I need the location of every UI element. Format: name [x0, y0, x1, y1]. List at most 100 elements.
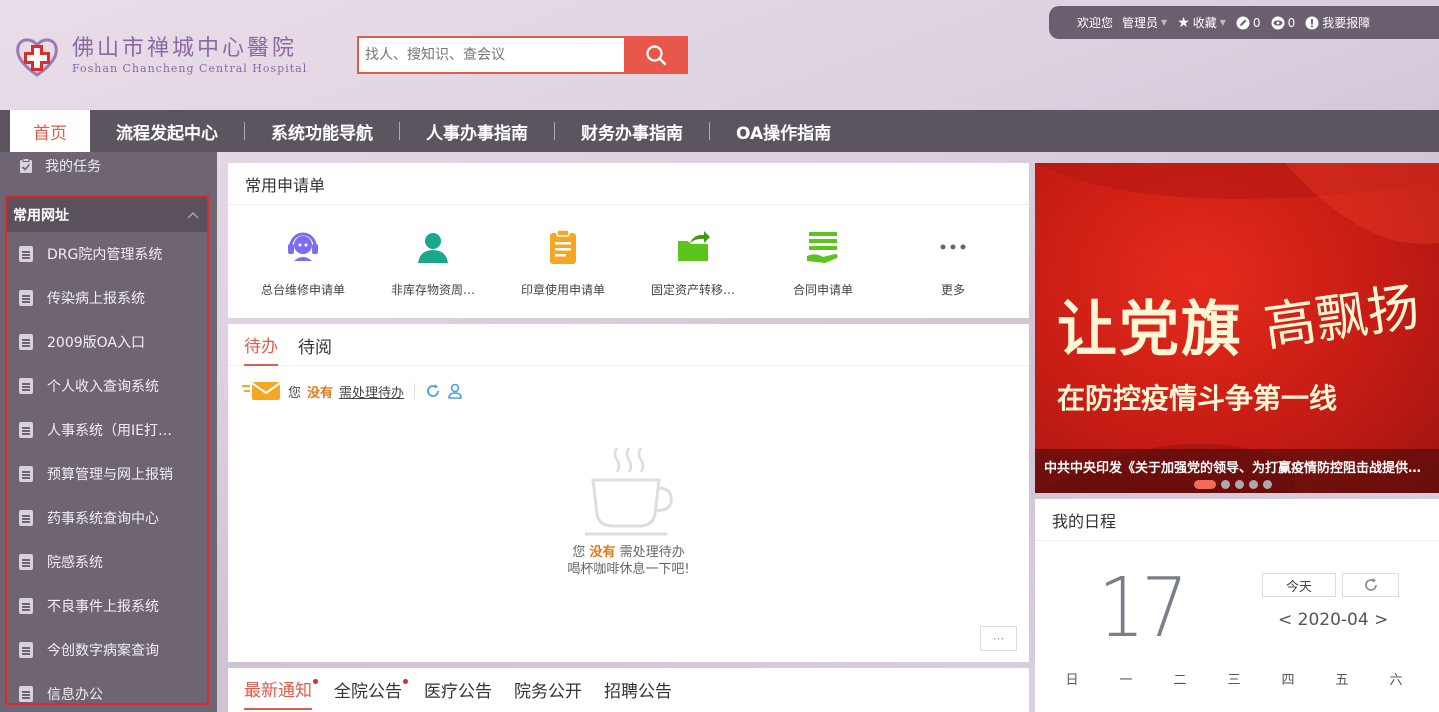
carousel-dot[interactable]: [1194, 480, 1216, 489]
favorites-menu[interactable]: ★ 收藏 ▼: [1177, 14, 1226, 31]
sidebar-item-pharmacy[interactable]: 药事系统查询中心: [7, 496, 207, 540]
notice-panel: 最新通知 全院公告 医疗公告 院务公开 招聘公告: [228, 668, 1029, 712]
sidebar-item-drg[interactable]: DRG院内管理系统: [7, 232, 207, 276]
welcome-user[interactable]: 欢迎您 管理员 ▼: [1077, 14, 1167, 31]
sidebar: 我的任务 常用网址 DRG院内管理系统 传染病上报系统 2009版OA入口 个人…: [0, 152, 217, 712]
document-icon: [19, 554, 33, 570]
sidebar-item-hr-system[interactable]: 人事系统（用IE打…: [7, 408, 207, 452]
report-label: 我要报障: [1322, 16, 1371, 30]
app-label: 固定资产转移…: [650, 283, 735, 297]
sidebar-item-budget[interactable]: 预算管理与网上报销: [7, 452, 207, 496]
todo-link[interactable]: 需处理待办: [339, 382, 404, 401]
app-repair-request[interactable]: 总台维修申请单: [238, 227, 368, 298]
banner-headline: 让党旗: [1057, 295, 1243, 365]
calendar-refresh-button[interactable]: [1342, 573, 1399, 597]
document-icon: [19, 686, 33, 702]
nav-finance-guide[interactable]: 财务办事指南: [555, 110, 709, 152]
todo-panel: 待办 待阅 您 没有 需处理待办 您 没有 需处理待办 喝杯咖啡休息一下吧! ·…: [228, 324, 1029, 662]
schedule-title: 我的日程: [1035, 499, 1439, 541]
carousel-dot[interactable]: [1263, 480, 1272, 489]
pencil-icon: [1236, 16, 1250, 29]
nav-hr-guide[interactable]: 人事办事指南: [400, 110, 554, 152]
clipboard-icon: [543, 227, 583, 267]
sidebar-item-adverse-events[interactable]: 不良事件上报系统: [7, 584, 207, 628]
tab-medical-announcement[interactable]: 医疗公告: [424, 668, 492, 710]
app-seal-usage[interactable]: 印章使用申请单: [498, 227, 628, 298]
app-asset-transfer[interactable]: 固定资产转移…: [628, 227, 758, 298]
news-carousel[interactable]: 让党旗 高飘扬 在防控疫情斗争第一线 中共中央印发《关于加强党的领导、为打赢疫情…: [1035, 163, 1439, 493]
sidebar-item-label: 不良事件上报系统: [47, 599, 159, 615]
tab-recruitment[interactable]: 招聘公告: [604, 668, 672, 710]
hospital-logo[interactable]: 佛山市禅城中心醫院 Foshan Chancheng Central Hospi…: [12, 30, 322, 82]
chevron-down-icon: ▼: [1219, 18, 1226, 27]
sidebar-item-label: 我的任务: [45, 159, 101, 175]
todo-more-button[interactable]: ···: [980, 626, 1017, 651]
tab-hospital-announcement[interactable]: 全院公告: [334, 668, 408, 710]
common-links-header[interactable]: 常用网址: [7, 197, 207, 232]
chevron-up-icon: [187, 211, 199, 218]
view-count: 0: [1287, 15, 1296, 30]
sidebar-item-info-office[interactable]: 信息办公: [7, 672, 207, 712]
current-day: 17: [1098, 561, 1188, 656]
refresh-icon[interactable]: [425, 383, 441, 399]
app-contract[interactable]: 合同申请单: [758, 227, 888, 298]
empty-suffix: 需处理待办: [619, 545, 685, 560]
month-selector[interactable]: < 2020-04 >: [1278, 610, 1388, 630]
document-icon: [19, 510, 33, 526]
carousel-dot[interactable]: [1249, 480, 1258, 489]
app-more[interactable]: 更多: [888, 227, 1018, 298]
alert-icon: [1305, 16, 1319, 29]
sidebar-item-oa-2009[interactable]: 2009版OA入口: [7, 320, 207, 364]
main-nav: 首页 流程发起中心 系统功能导航 人事办事指南 财务办事指南 OA操作指南: [0, 110, 1439, 152]
tab-latest-notice[interactable]: 最新通知: [244, 668, 318, 710]
search-input[interactable]: [357, 36, 624, 74]
more-dots-icon: [933, 227, 973, 267]
report-issue-button[interactable]: 我要报障: [1305, 14, 1370, 31]
edit-counter[interactable]: 0: [1236, 16, 1261, 30]
document-icon: [19, 422, 33, 438]
app-non-stock-supplies[interactable]: 非库存物资周…: [368, 227, 498, 298]
carousel-dot[interactable]: [1235, 480, 1244, 489]
empty-message: 您 没有 需处理待办 喝杯咖啡休息一下吧!: [567, 544, 689, 578]
edit-count: 0: [1252, 15, 1261, 30]
todo-none: 没有: [307, 385, 334, 401]
weekday-label: 二: [1173, 673, 1187, 688]
empty-none: 没有: [589, 545, 616, 560]
sidebar-item-infectious-report[interactable]: 传染病上报系统: [7, 276, 207, 320]
eye-icon: [1271, 16, 1285, 29]
common-links-title: 常用网址: [13, 207, 69, 224]
banner-caption[interactable]: 中共中央印发《关于加强党的领导、为打赢疫情防控阻击战提供坚强政治保证的通知》: [1044, 457, 1432, 476]
coffee-cup-icon: [584, 447, 673, 536]
sidebar-item-income-query[interactable]: 个人收入查询系统: [7, 364, 207, 408]
carousel-dot[interactable]: [1221, 480, 1230, 489]
weekday-label: 五: [1335, 673, 1349, 688]
nav-system-navigation[interactable]: 系统功能导航: [245, 110, 399, 152]
document-icon: [19, 290, 33, 306]
sidebar-item-my-tasks[interactable]: 我的任务: [0, 152, 217, 180]
common-forms-title: 常用申请单: [228, 163, 1029, 205]
nav-oa-guide[interactable]: OA操作指南: [710, 110, 857, 152]
common-links-list: DRG院内管理系统 传染病上报系统 2009版OA入口 个人收入查询系统 人事系…: [7, 232, 207, 712]
nav-home[interactable]: 首页: [10, 110, 90, 152]
user-icon[interactable]: [447, 383, 463, 399]
tab-affairs-public[interactable]: 院务公开: [514, 668, 582, 710]
tab-todo[interactable]: 待办: [244, 324, 278, 366]
view-counter[interactable]: 0: [1271, 15, 1296, 30]
folder-share-icon: [673, 227, 713, 267]
app-label: 印章使用申请单: [520, 283, 605, 297]
sidebar-item-infection-control[interactable]: 院感系统: [7, 540, 207, 584]
empty-prefix: 您: [572, 545, 586, 560]
todo-summary: 您 没有 需处理待办: [242, 380, 463, 402]
username: 管理员: [1122, 16, 1159, 30]
notice-tabs: 最新通知 全院公告 医疗公告 院务公开 招聘公告: [228, 668, 1029, 710]
tab-to-read[interactable]: 待阅: [298, 324, 332, 366]
search-button[interactable]: [624, 36, 688, 74]
nav-process-center[interactable]: 流程发起中心: [90, 110, 244, 152]
sidebar-item-medical-records[interactable]: 今创数字病案查询: [7, 628, 207, 672]
todo-empty-state: 您 没有 需处理待办 喝杯咖啡休息一下吧!: [228, 444, 1029, 578]
schedule-panel: 我的日程 17 今天 < 2020-04 > 日 一 二 三 四 五 六: [1035, 499, 1439, 712]
today-button[interactable]: 今天: [1262, 573, 1336, 597]
document-icon: [19, 642, 33, 658]
sidebar-item-label: 信息办公: [47, 687, 103, 703]
app-label: 总台维修申请单: [260, 283, 345, 297]
